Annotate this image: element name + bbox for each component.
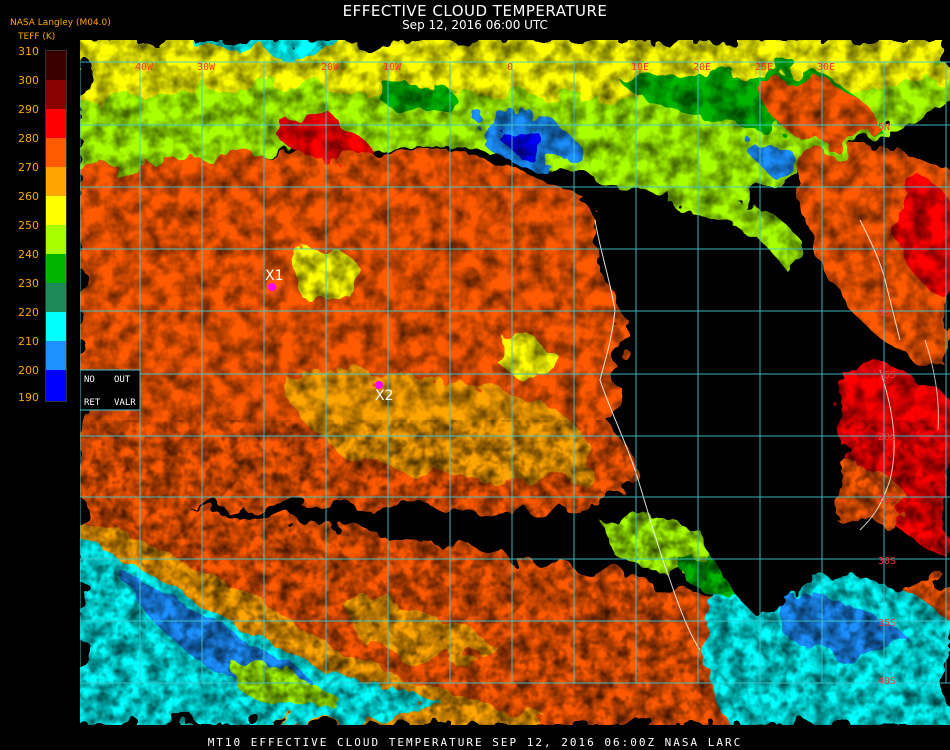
lon-label: 40W bbox=[135, 62, 154, 73]
lon-label: 10E bbox=[631, 62, 650, 73]
lat-label: 5S bbox=[878, 308, 891, 319]
colorbar-tick-label: 200 bbox=[18, 364, 39, 377]
colorbar-tick-label: 290 bbox=[18, 103, 39, 116]
marker-x2-label: X2 bbox=[375, 388, 394, 404]
lat-label: 35S bbox=[878, 618, 897, 629]
lat-label: 5N bbox=[878, 122, 891, 133]
page-subtitle: Sep 12, 2016 06:00 UTC bbox=[402, 18, 548, 32]
lon-label: 20W bbox=[321, 62, 340, 73]
colorbar-tick-label: 310 bbox=[18, 45, 39, 58]
colorbar-tick-label: 230 bbox=[18, 277, 39, 290]
lat-label: 0 bbox=[878, 246, 885, 257]
lon-label: 20E bbox=[693, 62, 712, 73]
colorbar-tick-label: 210 bbox=[18, 335, 39, 348]
color-scale-bar bbox=[45, 50, 67, 402]
lat-label: 25S bbox=[878, 494, 897, 505]
legend-no: NO bbox=[84, 375, 95, 385]
cloud-temperature-image bbox=[80, 40, 950, 725]
marker-x1[interactable] bbox=[268, 283, 276, 291]
colorbar-tick-label: 280 bbox=[18, 132, 39, 145]
lat-label: 15S bbox=[878, 370, 897, 381]
satellite-map[interactable]: X1 X2 NO OUT RET VALR 40W 30W 20W 10W 0 … bbox=[80, 40, 950, 725]
colorbar-tick-label: 190 bbox=[18, 391, 39, 404]
color-segment bbox=[46, 51, 66, 80]
marker-x1-label: X1 bbox=[265, 268, 284, 284]
color-segment bbox=[46, 370, 66, 401]
color-segment bbox=[46, 225, 66, 254]
color-segment bbox=[46, 80, 66, 109]
legend-ret: RET bbox=[84, 398, 101, 408]
producer-label: NASA Langley (M04.0) bbox=[10, 18, 111, 28]
lon-label: 0 bbox=[507, 62, 514, 73]
color-segment bbox=[46, 312, 66, 341]
colorbar-tick-label: 300 bbox=[18, 74, 39, 87]
lon-label: 30E bbox=[817, 62, 836, 73]
color-segment bbox=[46, 167, 66, 196]
color-segment bbox=[46, 283, 66, 312]
legend-valr: VALR bbox=[114, 398, 136, 408]
lat-label: 20S bbox=[878, 432, 897, 443]
colorbar-tick-label: 260 bbox=[18, 190, 39, 203]
color-segment bbox=[46, 341, 66, 370]
colorbar-tick-label: 250 bbox=[18, 219, 39, 232]
lon-label: 30W bbox=[197, 62, 216, 73]
lat-label: 40S bbox=[878, 676, 897, 687]
lat-label: 30S bbox=[878, 556, 897, 567]
color-segment bbox=[46, 254, 66, 283]
legend-out: OUT bbox=[114, 375, 131, 385]
colorbar-tick-label: 270 bbox=[18, 161, 39, 174]
color-segment bbox=[46, 109, 66, 138]
colorbar-tick-label: 240 bbox=[18, 248, 39, 261]
color-segment bbox=[46, 138, 66, 167]
lon-label: 10W bbox=[383, 62, 402, 73]
color-segment bbox=[46, 196, 66, 225]
footer-caption: MT10 EFFECTIVE CLOUD TEMPERATURE SEP 12,… bbox=[207, 736, 743, 749]
colorbar-tick-label: 220 bbox=[18, 306, 39, 319]
lon-label: 25E bbox=[755, 62, 774, 73]
units-label: TEFF (K) bbox=[18, 32, 56, 42]
